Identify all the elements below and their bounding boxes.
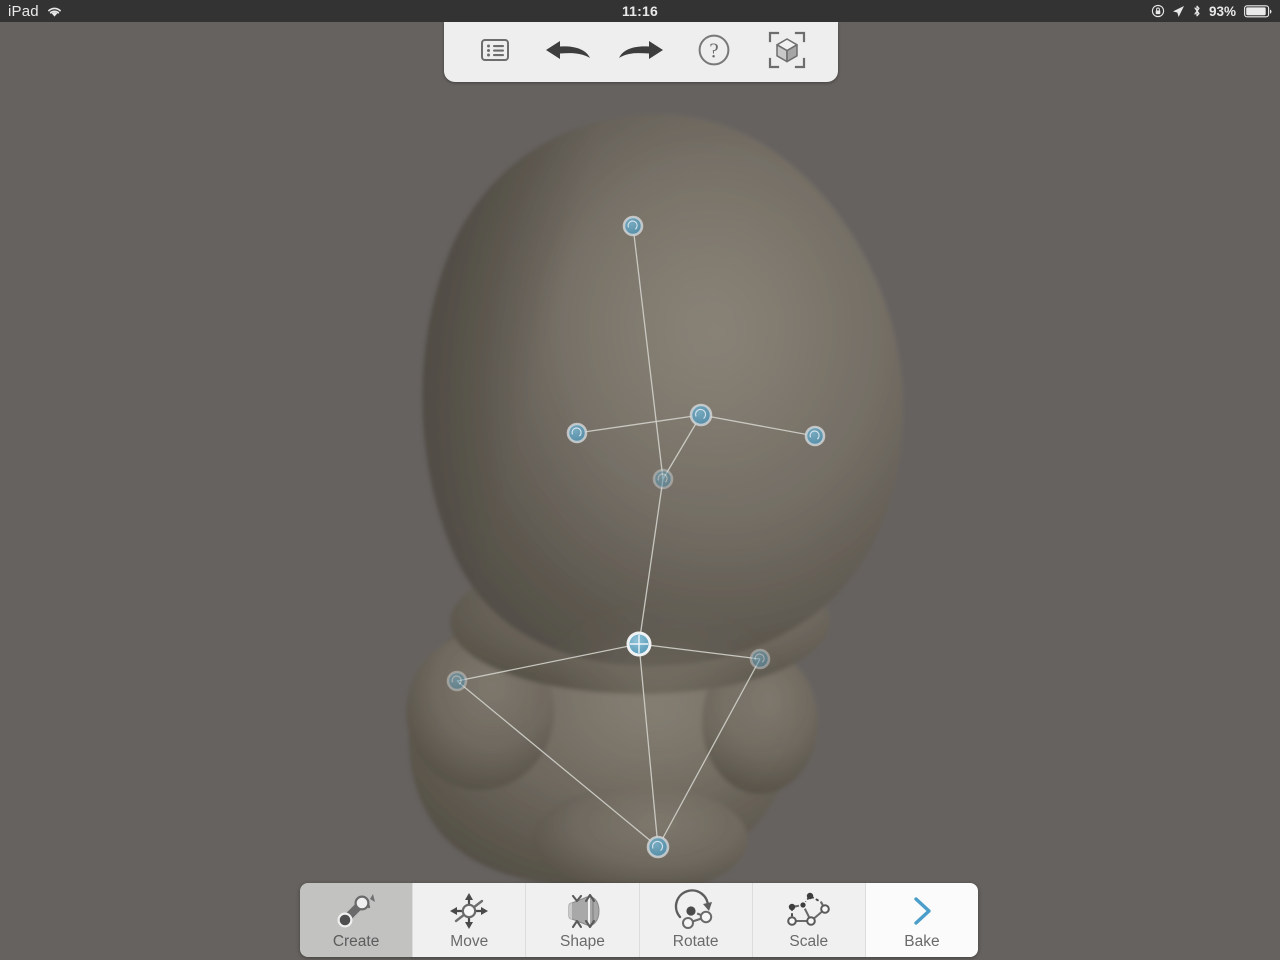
help-button[interactable]: ? <box>688 30 740 74</box>
node-leg-right[interactable] <box>749 648 771 670</box>
tool-bake-label: Bake <box>904 933 940 950</box>
top-toolbar: ? <box>444 22 838 82</box>
redo-arrow-icon <box>617 37 665 68</box>
rig-node-disc[interactable] <box>652 468 674 490</box>
rotate-arc-icon <box>668 889 724 933</box>
head-highlight <box>550 152 850 492</box>
rig-node-disc[interactable] <box>749 648 771 670</box>
shape-cone-icon <box>553 889 611 933</box>
status-bar: iPad 11:16 93% <box>0 0 1280 22</box>
list-icon <box>480 37 510 68</box>
node-foot[interactable] <box>646 835 670 859</box>
tool-rotate-label: Rotate <box>672 933 719 950</box>
rig-node-disc[interactable] <box>689 403 713 427</box>
tool-create-label: Create <box>332 933 380 950</box>
question-mark-circle-icon: ? <box>697 33 731 72</box>
node-arm-left[interactable] <box>566 422 588 444</box>
node-arm-right[interactable] <box>804 425 826 447</box>
lower-tail <box>532 786 748 894</box>
node-leg-left[interactable] <box>446 670 468 692</box>
tool-scale-label: Scale <box>789 933 829 950</box>
rotation-lock-icon <box>1151 4 1165 18</box>
three-d-viewport[interactable] <box>0 22 1280 960</box>
model-canvas[interactable] <box>0 22 1280 960</box>
bottom-toolbar: Create Move Shape Rotate Scale Bake <box>300 883 978 957</box>
frame-object-button[interactable] <box>761 30 813 74</box>
rig-node-disc[interactable] <box>566 422 588 444</box>
rig-node-disc[interactable] <box>804 425 826 447</box>
node-head-top[interactable] <box>622 215 644 237</box>
status-bar-right: 93% <box>1151 4 1272 19</box>
battery-icon <box>1244 4 1272 18</box>
chevron-right-icon <box>905 889 939 933</box>
rig-node-disc[interactable] <box>622 215 644 237</box>
status-bar-time: 11:16 <box>621 3 659 19</box>
tool-shape[interactable]: Shape <box>526 883 640 957</box>
tool-create[interactable]: Create <box>300 883 414 957</box>
model-geometry <box>406 114 904 894</box>
rig-node-disc[interactable] <box>646 835 670 859</box>
bluetooth-icon <box>1192 4 1202 18</box>
undo-button[interactable] <box>542 30 594 74</box>
location-arrow-icon <box>1172 5 1185 18</box>
node-chest[interactable] <box>652 468 674 490</box>
svg-text:?: ? <box>709 38 718 62</box>
tool-move-label: Move <box>450 933 489 950</box>
undo-arrow-icon <box>544 37 592 68</box>
tool-bake[interactable]: Bake <box>865 883 978 957</box>
create-bone-icon <box>329 889 383 933</box>
list-button[interactable] <box>469 30 521 74</box>
move-arrows-icon <box>442 889 496 933</box>
node-neck-center[interactable] <box>689 403 713 427</box>
tool-rotate[interactable]: Rotate <box>639 883 753 957</box>
body-highlight <box>540 622 780 802</box>
tool-scale[interactable]: Scale <box>752 883 866 957</box>
app-root: iPad 11:16 93% ? Create Move Shape Rotat… <box>0 0 1280 960</box>
redo-button[interactable] <box>615 30 667 74</box>
tool-move[interactable]: Move <box>413 883 527 957</box>
tool-shape-label: Shape <box>560 933 605 950</box>
cube-frame-icon <box>768 31 806 74</box>
rig-node-disc[interactable] <box>446 670 468 692</box>
scale-polygon-icon <box>780 889 838 933</box>
node-hip-center[interactable] <box>626 631 652 657</box>
battery-percent-label: 93% <box>1208 3 1236 19</box>
